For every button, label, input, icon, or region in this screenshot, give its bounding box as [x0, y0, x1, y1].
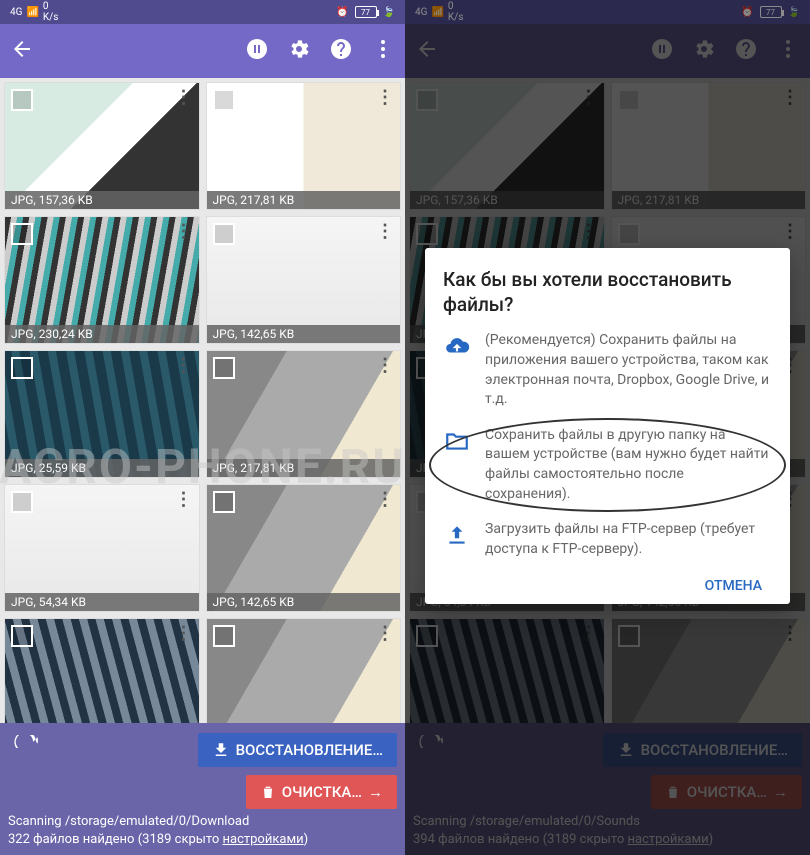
pause-icon[interactable] — [245, 37, 269, 65]
checkbox[interactable] — [213, 223, 235, 245]
thumbnail-caption: JPG, 230,24 KB — [5, 325, 199, 343]
checkbox[interactable] — [11, 357, 33, 379]
option-cloud-text: (Рекомендуется) Сохранить файлы на прило… — [485, 331, 772, 409]
checkbox[interactable] — [213, 491, 235, 513]
arrow-right-icon: → — [368, 783, 383, 801]
restore-button[interactable]: ВОССТАНОВЛЕНИЕ… — [198, 733, 397, 767]
more-icon[interactable]: ⋮ — [376, 87, 394, 108]
thumbnail[interactable]: ⋮ JPG, 142,65 KB — [206, 484, 402, 612]
footer: ВОССТАНОВЛЕНИЕ… ОЧИСТКА… → Scanning /sto… — [0, 723, 405, 855]
scan-counts: 322 файлов найдено (3189 скрыто настройк… — [8, 831, 397, 849]
scan-path: Scanning /storage/emulated/0/Download — [8, 813, 397, 831]
restore-dialog: Как бы вы хотели восстановить файлы? (Ре… — [425, 248, 790, 604]
checkbox[interactable] — [11, 625, 33, 647]
folder-icon — [443, 426, 471, 504]
thumbnail-caption: JPG, 54,34 KB — [5, 593, 199, 611]
option-ftp[interactable]: Загрузить файлы на FTP-сервер (требует д… — [443, 520, 772, 559]
status-bar: 4G 📶 0K/s ⏰ 77 🍃 — [0, 0, 405, 24]
leaf-icon: 🍃 — [383, 7, 395, 18]
battery-icon: 77 — [355, 6, 377, 18]
thumbnail[interactable]: ⋮JPG, 21,66 KB — [4, 618, 200, 723]
thumbnail-image — [207, 619, 401, 723]
signal-icon: 📶 — [26, 7, 38, 18]
option-folder[interactable]: Сохранить файлы в другую папку на вашем … — [443, 426, 772, 504]
thumbnail-caption: JPG, 25,59 KB — [5, 459, 199, 477]
checkbox[interactable] — [11, 89, 33, 111]
gear-icon[interactable] — [287, 37, 311, 65]
cleanup-button[interactable]: ОЧИСТКА… → — [246, 775, 397, 809]
thumbnail[interactable]: ⋮ JPG, 142,65 KB — [206, 216, 402, 344]
cancel-button[interactable]: ОТМЕНА — [695, 570, 772, 602]
thumbnail[interactable]: ⋮ JPG, 230,24 KB — [4, 216, 200, 344]
more-icon[interactable]: ⋮ — [175, 489, 193, 510]
alarm-icon: ⏰ — [336, 7, 348, 18]
more-icon[interactable] — [371, 37, 395, 65]
option-folder-text: Сохранить файлы в другую папку на вашем … — [485, 426, 772, 504]
checkbox[interactable] — [11, 491, 33, 513]
network-label: 4G — [10, 7, 22, 18]
thumbnail[interactable]: ⋮ JPG, 217,81 KB — [206, 350, 402, 478]
left-screenshot: 4G 📶 0K/s ⏰ 77 🍃 ACRO-PHONE.RU ⋮JPG, 157… — [0, 0, 405, 855]
settings-link[interactable]: настройками — [223, 832, 304, 847]
thumbnail-grid: ACRO-PHONE.RU ⋮JPG, 157,36 KB⋮JPG, 217,8… — [0, 78, 405, 723]
thumbnail[interactable]: ⋮ JPG, 25,59 KB — [4, 350, 200, 478]
network-speed: 0K/s — [43, 1, 59, 23]
right-screenshot: 4G 📶 0K/s ⏰ 77 🍃 ⋮JPG, 157,36 KB⋮JPG, 21… — [405, 0, 810, 855]
restore-label: ВОССТАНОВЛЕНИЕ… — [236, 741, 383, 759]
thumbnail[interactable]: ⋮JPG, 25,59 KB — [206, 618, 402, 723]
option-cloud[interactable]: (Рекомендуется) Сохранить файлы на прило… — [443, 331, 772, 409]
more-icon[interactable]: ⋮ — [376, 221, 394, 242]
thumbnail-caption: JPG, 142,65 KB — [207, 593, 401, 611]
thumbnail[interactable]: ⋮ JPG, 217,81 KB — [206, 82, 402, 210]
app-bar — [0, 24, 405, 78]
more-icon[interactable]: ⋮ — [175, 623, 193, 644]
thumbnail-caption: JPG, 142,65 KB — [207, 325, 401, 343]
more-icon[interactable]: ⋮ — [376, 489, 394, 510]
checkbox[interactable] — [213, 89, 235, 111]
help-icon[interactable] — [329, 37, 353, 65]
upload-icon — [443, 520, 471, 559]
more-icon[interactable]: ⋮ — [376, 355, 394, 376]
more-icon[interactable]: ⋮ — [175, 221, 193, 242]
thumbnail[interactable]: ⋮ JPG, 157,36 KB — [4, 82, 200, 210]
scan-status: Scanning /storage/emulated/0/Download 32… — [8, 813, 397, 849]
refresh-icon[interactable] — [8, 729, 46, 771]
more-icon[interactable]: ⋮ — [376, 623, 394, 644]
back-icon[interactable] — [10, 37, 34, 65]
checkbox[interactable] — [213, 357, 235, 379]
more-icon[interactable]: ⋮ — [175, 87, 193, 108]
dialog-title: Как бы вы хотели восстановить файлы? — [443, 268, 772, 317]
thumbnail-caption: JPG, 217,81 KB — [207, 459, 401, 477]
option-ftp-text: Загрузить файлы на FTP-сервер (требует д… — [485, 520, 772, 559]
thumbnail-caption: JPG, 157,36 KB — [5, 191, 199, 209]
cleanup-label: ОЧИСТКА… — [282, 783, 362, 801]
thumbnail-caption: JPG, 217,81 KB — [207, 191, 401, 209]
thumbnail-image — [5, 619, 199, 723]
checkbox[interactable] — [11, 223, 33, 245]
more-icon[interactable]: ⋮ — [175, 355, 193, 376]
cloud-upload-icon — [443, 331, 471, 409]
checkbox[interactable] — [213, 625, 235, 647]
thumbnail[interactable]: ⋮ JPG, 54,34 KB — [4, 484, 200, 612]
